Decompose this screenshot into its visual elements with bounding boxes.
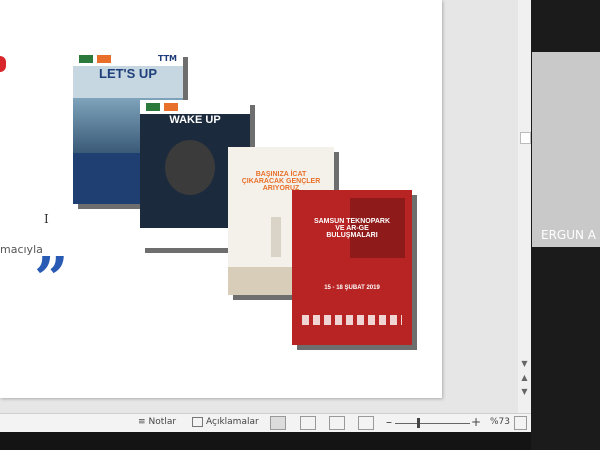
slide-workspace: macıyla ” I TTM LET'S UP WAKE UP BAŞINIZ… (0, 0, 531, 413)
zoom-out-button[interactable]: – (386, 415, 392, 429)
comments-icon (192, 417, 203, 427)
next-slide-icon[interactable]: ▼ (519, 386, 530, 397)
zoom-slider[interactable] (395, 423, 470, 424)
poster-samsun-teknopark[interactable]: SAMSUN TEKNOPARK VE AR-GE BULUŞMALARI 15… (292, 190, 412, 345)
scroll-down-icon[interactable]: ▼ (519, 358, 530, 369)
notes-label: Notlar (148, 417, 177, 427)
slide-canvas[interactable]: macıyla ” I TTM LET'S UP WAKE UP BAŞINIZ… (0, 0, 442, 398)
red-accent-shape (0, 56, 6, 72)
scrollbar-thumb[interactable] (520, 132, 531, 144)
comments-button[interactable]: Açıklamalar (192, 417, 259, 427)
taskbar (0, 432, 531, 450)
poster-logo-strip (140, 100, 250, 114)
comments-label: Açıklamalar (206, 417, 259, 427)
webcam-video (532, 52, 600, 247)
zoom-in-button[interactable]: + (471, 415, 481, 429)
fit-to-window-icon[interactable] (514, 416, 527, 430)
poster-title: SAMSUN TEKNOPARK VE AR-GE BULUŞMALARI (313, 218, 391, 239)
webcam-panel: ERGUN A (531, 0, 600, 450)
normal-view-button[interactable] (270, 416, 286, 430)
poster-title: BAŞINIZA İCAT ÇIKARACAK GENÇLER ARIYORUZ (241, 171, 321, 192)
notes-icon: ≡ (138, 417, 146, 427)
poster-date: 15 - 18 ŞUBAT 2019 (324, 285, 380, 291)
vertical-scrollbar[interactable]: ▼ ▲ ▼ (518, 0, 531, 413)
poster-photo (165, 140, 215, 195)
reading-view-button[interactable] (329, 416, 345, 430)
sponsor-logo-icon (146, 103, 160, 111)
sponsor-logo-icon (97, 55, 111, 63)
participant-name: ERGUN A (541, 228, 597, 242)
sponsor-logo-icon (79, 55, 93, 63)
poster-title: WAKE UP (169, 114, 221, 126)
text-cursor-icon: I (44, 212, 49, 226)
sponsor-logos (302, 315, 402, 325)
poster-logo-text: TTM (157, 54, 177, 63)
previous-slide-icon[interactable]: ▲ (519, 372, 530, 383)
notes-button[interactable]: ≡ Notlar (138, 417, 176, 427)
slide-show-button[interactable] (358, 416, 374, 430)
zoom-level[interactable]: %73 (490, 417, 510, 427)
poster-title: LET'S UP (99, 66, 157, 81)
poster-logo-strip: TTM (73, 52, 183, 66)
sponsor-logo-icon (164, 103, 178, 111)
rocket-icon (271, 217, 281, 257)
quote-mark-icon: ” (34, 245, 69, 315)
status-bar: ≡ Notlar Açıklamalar – + %73 (0, 413, 531, 433)
zoom-slider-handle[interactable] (417, 418, 420, 428)
slide-sorter-button[interactable] (300, 416, 316, 430)
